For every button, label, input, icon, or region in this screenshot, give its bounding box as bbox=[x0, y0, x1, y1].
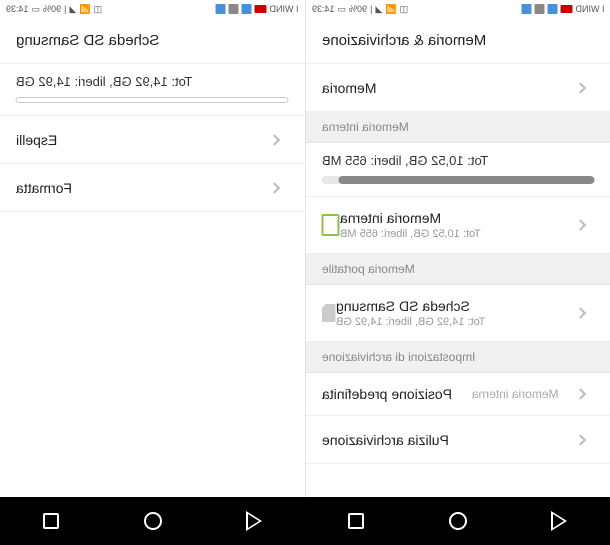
section-internal: Memoria interna bbox=[306, 112, 610, 143]
storage-summary-left: Tot: 14,92 GB, liberi: 14,92 GB bbox=[0, 64, 305, 93]
section-storage-settings: Impostazioni di archiviazione bbox=[306, 342, 610, 373]
carrier-text: I WIND bbox=[575, 4, 604, 14]
chevron-icon bbox=[574, 388, 585, 399]
wifi-icon: 📶 bbox=[385, 4, 396, 15]
chevron-icon bbox=[269, 182, 280, 193]
progress-container-left bbox=[0, 93, 305, 115]
home-button[interactable] bbox=[448, 511, 468, 531]
default-location-row[interactable]: Memoria interna Posizione predefinita bbox=[306, 373, 610, 416]
progress-container-right bbox=[306, 172, 610, 196]
home-button[interactable] bbox=[143, 511, 163, 531]
chevron-icon bbox=[269, 134, 280, 145]
default-label: Posizione predefinita bbox=[322, 386, 472, 402]
cleanup-label: Pulizia archiviazione bbox=[322, 432, 449, 448]
app-icon-1 bbox=[242, 4, 252, 14]
clock-time: 14:39 bbox=[6, 4, 29, 14]
internal-sub: Tot: 10,52 GB, liberi: 655 MB bbox=[340, 228, 481, 240]
storage-icon bbox=[322, 214, 340, 236]
battery-icon: ▭ bbox=[337, 4, 346, 15]
internal-summary: Tot: 10,52 GB, liberi: 655 MB bbox=[306, 143, 610, 172]
signal-icon: ◢ bbox=[69, 4, 76, 15]
battery-percent: 90% bbox=[43, 4, 61, 14]
battery-percent: 90% bbox=[349, 4, 367, 14]
app-icon-2 bbox=[229, 4, 239, 14]
right-pane: I WIND ◫ 📶 ◢ | 90% ▭ 14:39 Memoria & arc… bbox=[306, 0, 610, 497]
left-pane: I WIND ◫ 📶 ◢ | 90% ▭ 14:39 Scheda SD Sam… bbox=[0, 0, 305, 497]
wifi-icon: 📶 bbox=[79, 4, 90, 15]
battery-icon: ▭ bbox=[32, 4, 41, 15]
status-bar: I WIND ◫ 📶 ◢ | 90% ▭ 14:39 bbox=[0, 0, 305, 18]
app-icon-2 bbox=[534, 4, 544, 14]
app-icon-3 bbox=[521, 4, 531, 14]
vibrate-icon: ◫ bbox=[94, 4, 103, 15]
youtube-icon bbox=[560, 5, 572, 13]
youtube-icon bbox=[255, 5, 267, 13]
clock-time: 14:39 bbox=[312, 4, 335, 14]
internal-title: Memoria interna bbox=[340, 210, 441, 226]
eject-row[interactable]: Espelli bbox=[0, 116, 305, 164]
sd-card-row[interactable]: Scheda SD Samsung Tot: 14,92 GB, liberi:… bbox=[306, 285, 610, 342]
memory-row[interactable]: Memoria bbox=[306, 64, 610, 112]
section-portable: Memoria portatile bbox=[306, 254, 610, 285]
page-title-left: Scheda SD Samsung bbox=[0, 18, 305, 64]
recents-button[interactable] bbox=[41, 511, 61, 531]
eject-label: Espelli bbox=[16, 132, 57, 148]
memory-label: Memoria bbox=[322, 80, 376, 96]
format-label: Formatta bbox=[16, 180, 72, 196]
back-button[interactable] bbox=[244, 511, 264, 531]
signal-icon: ◢ bbox=[375, 4, 382, 15]
navigation-bar bbox=[0, 497, 610, 545]
back-button[interactable] bbox=[549, 511, 569, 531]
sd-sub: Tot: 14,92 GB, liberi: 14,92 GB bbox=[336, 316, 485, 328]
carrier-text: I WIND bbox=[270, 4, 299, 14]
app-icon-3 bbox=[216, 4, 226, 14]
sd-card-icon bbox=[322, 304, 336, 322]
status-bar: I WIND ◫ 📶 ◢ | 90% ▭ 14:39 bbox=[306, 0, 610, 18]
internal-memory-row[interactable]: Memoria interna Tot: 10,52 GB, liberi: 6… bbox=[306, 197, 610, 254]
vibrate-icon: ◫ bbox=[399, 4, 408, 15]
recents-button[interactable] bbox=[346, 511, 366, 531]
cleanup-row[interactable]: Pulizia archiviazione bbox=[306, 416, 610, 464]
sd-title: Scheda SD Samsung bbox=[336, 298, 470, 314]
page-title-right: Memoria & archiviazione bbox=[306, 18, 610, 64]
app-icon-1 bbox=[547, 4, 557, 14]
format-row[interactable]: Formatta bbox=[0, 164, 305, 212]
default-value: Memoria interna bbox=[471, 387, 558, 401]
